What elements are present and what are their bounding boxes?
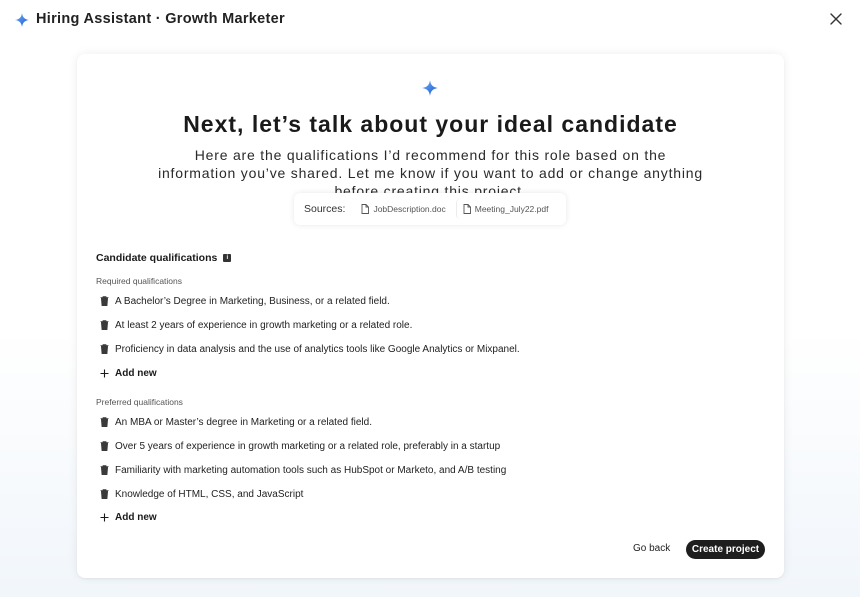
source-file-name: JobDescription.doc xyxy=(373,204,446,214)
sources-label: Sources: xyxy=(304,203,346,215)
plus-icon xyxy=(100,513,109,521)
qualification-text: An MBA or Master’s degree in Marketing o… xyxy=(115,416,372,428)
list-item: Proficiency in data analysis and the use… xyxy=(100,342,520,356)
list-item: At least 2 years of experience in growth… xyxy=(100,318,412,332)
qualifications-title: Candidate qualifications xyxy=(96,252,218,264)
page-headline: Next, let’s talk about your ideal candid… xyxy=(183,111,678,137)
list-item: Familiarity with marketing automation to… xyxy=(100,463,506,477)
qualification-text: Proficiency in data analysis and the use… xyxy=(115,343,520,355)
trash-icon[interactable] xyxy=(100,344,109,354)
list-item: An MBA or Master’s degree in Marketing o… xyxy=(100,415,372,429)
source-file-chip[interactable]: Meeting_July22.pdf xyxy=(455,199,555,219)
sources-bar: Sources: JobDescription.doc Meeting_July… xyxy=(294,193,566,225)
qualification-text: Knowledge of HTML, CSS, and JavaScript xyxy=(115,488,304,500)
info-icon[interactable]: i xyxy=(223,254,232,262)
qualification-text: Familiarity with marketing automation to… xyxy=(115,464,507,476)
add-new-label: Add new xyxy=(115,511,157,523)
add-required-button[interactable]: Add new xyxy=(100,366,157,380)
trash-icon[interactable] xyxy=(100,417,109,427)
add-preferred-button[interactable]: Add new xyxy=(100,510,157,524)
sparkle-icon xyxy=(422,80,438,96)
close-button[interactable] xyxy=(826,9,846,29)
trash-icon[interactable] xyxy=(100,441,109,451)
qualification-text: Over 5 years of experience in growth mar… xyxy=(115,440,501,452)
qualification-text: A Bachelor’s Degree in Marketing, Busine… xyxy=(115,295,390,307)
intro-text: Here are the qualifications I’d recommen… xyxy=(158,147,703,199)
source-file-chip[interactable]: JobDescription.doc xyxy=(355,199,451,219)
qualification-text: At least 2 years of experience in growth… xyxy=(115,319,413,331)
source-file-name: Meeting_July22.pdf xyxy=(474,204,549,214)
trash-icon[interactable] xyxy=(100,296,109,306)
qualifications-card: Next, let’s talk about your ideal candid… xyxy=(77,54,784,578)
qualifications-heading: Candidate qualifications i xyxy=(96,252,232,264)
create-project-button[interactable]: Create project xyxy=(686,540,765,559)
plus-icon xyxy=(100,369,109,377)
go-back-button[interactable]: Go back xyxy=(633,543,670,559)
add-new-label: Add new xyxy=(115,367,157,379)
trash-icon[interactable] xyxy=(100,465,109,475)
list-item: Over 5 years of experience in growth mar… xyxy=(100,439,500,453)
trash-icon[interactable] xyxy=(100,489,109,499)
sparkle-icon xyxy=(15,13,29,27)
close-icon xyxy=(830,13,842,25)
hiring-assistant-window: Hiring Assistant · Growth Marketer Next,… xyxy=(0,0,860,597)
window-title: Hiring Assistant · Growth Marketer xyxy=(36,11,285,27)
document-icon xyxy=(463,204,471,214)
list-item: Knowledge of HTML, CSS, and JavaScript xyxy=(100,487,303,501)
required-label: Required qualifications xyxy=(96,276,182,286)
list-item: A Bachelor’s Degree in Marketing, Busine… xyxy=(100,294,390,308)
preferred-label: Preferred qualifications xyxy=(96,397,183,407)
top-bar: Hiring Assistant · Growth Marketer xyxy=(0,0,860,40)
trash-icon[interactable] xyxy=(100,320,109,330)
document-icon xyxy=(361,204,370,214)
